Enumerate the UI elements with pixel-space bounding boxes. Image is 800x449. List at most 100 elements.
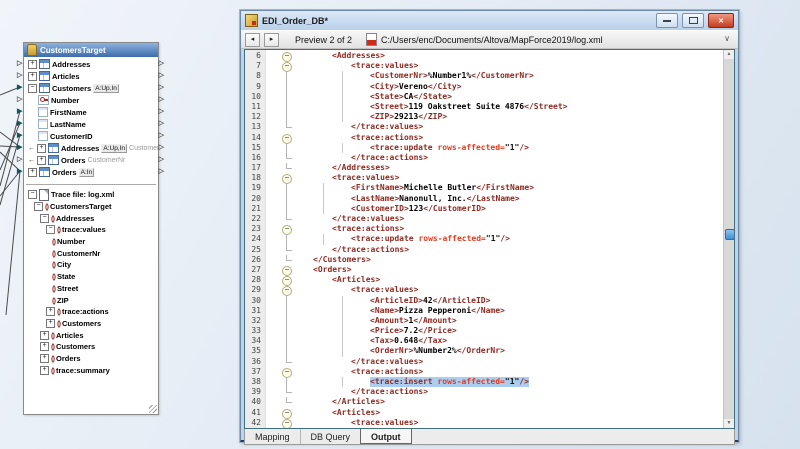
component-row-number[interactable]: ▷Number▷ — [24, 94, 158, 106]
expander-icon[interactable]: + — [28, 72, 37, 81]
code-line-29[interactable]: 29−<trace:values> — [245, 285, 724, 295]
component-header[interactable]: CustomersTarget — [24, 43, 158, 57]
code-line-13[interactable]: 13</trace:values> — [245, 122, 724, 132]
expander-icon[interactable]: + — [40, 331, 49, 340]
tree-item-trace-values[interactable]: −()trace:values▷ — [24, 224, 158, 236]
window-titlebar[interactable]: EDI_Order_DB* ✕ — [241, 11, 738, 30]
xml-output-editor[interactable]: 6−<Addresses>7−<trace:values>8<CustomerN… — [244, 49, 735, 429]
code-line-12[interactable]: 12<ZIP>29213</ZIP> — [245, 112, 724, 122]
output-preview-window[interactable]: EDI_Order_DB* ✕ ◂ ▸ Preview 2 of 2 C:/Us… — [240, 10, 739, 442]
code-line-30[interactable]: 30<ArticleID>42</ArticleID> — [245, 296, 724, 306]
code-line-17[interactable]: 17</Addresses> — [245, 163, 724, 173]
output-connector-icon[interactable]: ▷ — [159, 72, 164, 79]
input-connector-icon[interactable]: ▶ — [17, 108, 22, 115]
output-connector-icon[interactable]: ▷ — [159, 108, 164, 115]
code-line-23[interactable]: 23−<trace:actions> — [245, 224, 724, 234]
output-connector-icon[interactable]: ▷ — [159, 144, 164, 151]
fold-collapse-icon[interactable]: − — [282, 419, 292, 429]
code-line-8[interactable]: 8<CustomerNr>%Number1%</CustomerNr> — [245, 71, 724, 81]
tree-item-customernr[interactable]: ()CustomerNr▷ — [24, 247, 158, 259]
tree-item-street[interactable]: ()Street▷ — [24, 283, 158, 295]
code-line-14[interactable]: 14−<trace:actions> — [245, 133, 724, 143]
output-connector-icon[interactable]: ▷ — [159, 120, 164, 127]
code-line-26[interactable]: 26</Customers> — [245, 255, 724, 265]
code-line-40[interactable]: 40</Articles> — [245, 397, 724, 407]
code-line-34[interactable]: 34<Tax>0.648</Tax> — [245, 336, 724, 346]
code-line-39[interactable]: 39</trace:actions> — [245, 387, 724, 397]
expander-icon[interactable]: − — [46, 225, 55, 234]
output-connector-icon[interactable]: ▷ — [159, 132, 164, 139]
input-connector-icon[interactable]: ▶ — [17, 144, 22, 151]
minimize-button[interactable] — [656, 13, 678, 28]
expander-icon[interactable]: + — [46, 319, 55, 328]
code-line-42[interactable]: 42−<trace:values> — [245, 418, 724, 428]
scrollbar-thumb[interactable] — [725, 229, 735, 240]
chevron-down-icon[interactable]: ∨ — [724, 34, 730, 43]
input-connector-icon[interactable]: ▶ — [17, 120, 22, 127]
code-line-25[interactable]: 25</trace:actions> — [245, 245, 724, 255]
resize-grip[interactable] — [149, 405, 157, 413]
code-line-10[interactable]: 10<State>CA</State> — [245, 92, 724, 102]
code-line-37[interactable]: 37−<trace:actions> — [245, 367, 724, 377]
component-row-orders[interactable]: ▷←+OrdersCustomerNr▷ — [24, 154, 158, 166]
component-row-addresses[interactable]: ▶←+AddressesA:Up,InCustomerNr▷ — [24, 142, 158, 154]
output-connector-icon[interactable]: ▷ — [159, 96, 164, 103]
forward-button[interactable]: ▸ — [264, 33, 279, 47]
code-line-21[interactable]: 21<CustomerID>123</CustomerID> — [245, 204, 724, 214]
connector-icon[interactable]: ▷ — [17, 156, 22, 163]
customers-target-component[interactable]: CustomersTarget ▷+Addresses▷▷+Articles▷▶… — [23, 42, 159, 415]
tree-item-trace-actions[interactable]: +()trace:actions▷ — [24, 306, 158, 318]
code-line-36[interactable]: 36</trace:values> — [245, 357, 724, 367]
connector-icon[interactable]: ▷ — [17, 96, 22, 103]
code-line-6[interactable]: 6−<Addresses> — [245, 51, 724, 61]
code-line-20[interactable]: 20<LastName>Nanonull, Inc.</LastName> — [245, 194, 724, 204]
tree-item-city[interactable]: ()City▷ — [24, 259, 158, 271]
input-connector-icon[interactable]: ▶ — [17, 168, 22, 175]
connector-icon[interactable]: ▷ — [17, 72, 22, 79]
tree-item-zip[interactable]: ()ZIP▷ — [24, 294, 158, 306]
expander-icon[interactable]: + — [46, 307, 55, 316]
output-connector-icon[interactable]: ▷ — [159, 168, 164, 175]
connector-icon[interactable]: ▷ — [17, 60, 22, 67]
component-row-firstname[interactable]: ▶FirstName▷ — [24, 106, 158, 118]
code-line-18[interactable]: 18−<trace:values> — [245, 173, 724, 183]
code-line-9[interactable]: 9<City>Vereno</City> — [245, 82, 724, 92]
tree-item-trace-summary[interactable]: +()trace:summary▷ — [24, 364, 158, 376]
expander-icon[interactable]: − — [28, 190, 37, 199]
code-line-11[interactable]: 11<Street>119 Oakstreet Suite 4876</Stre… — [245, 102, 724, 112]
output-connector-icon[interactable]: ▷ — [159, 60, 164, 67]
expander-icon[interactable]: + — [28, 60, 37, 69]
tree-item-state[interactable]: ()State▷ — [24, 271, 158, 283]
file-path[interactable]: C:/Users/enc/Documents/Altova/MapForce20… — [381, 35, 734, 45]
expander-icon[interactable]: + — [28, 168, 37, 177]
expander-icon[interactable]: + — [40, 366, 49, 375]
code-line-22[interactable]: 22</trace:values> — [245, 214, 724, 224]
input-connector-icon[interactable]: ▶ — [17, 84, 22, 91]
tree-item-addresses[interactable]: −()Addresses▷ — [24, 212, 158, 224]
code-line-32[interactable]: 32<Amount>1</Amount> — [245, 316, 724, 326]
tree-item-number[interactable]: ()Number▷ — [24, 236, 158, 248]
scroll-down-icon[interactable]: ▼ — [724, 419, 734, 428]
code-line-16[interactable]: 16</trace:actions> — [245, 153, 724, 163]
code-line-28[interactable]: 28−<Articles> — [245, 275, 724, 285]
tab-output[interactable]: Output — [360, 428, 412, 444]
code-line-38[interactable]: 38<trace:insert rows-affected="1"/> — [245, 377, 724, 387]
component-row-lastname[interactable]: ▶LastName▷ — [24, 118, 158, 130]
expander-icon[interactable]: + — [37, 144, 46, 153]
expander-icon[interactable]: − — [34, 202, 43, 211]
action-badge[interactable]: A:Up,In — [101, 144, 127, 153]
expander-icon[interactable]: − — [40, 214, 49, 223]
expander-icon[interactable]: − — [28, 84, 37, 93]
output-connector-icon[interactable]: ▷ — [159, 84, 164, 91]
code-line-24[interactable]: 24<trace:update rows-affected="1"/> — [245, 234, 724, 244]
code-line-41[interactable]: 41−<Articles> — [245, 408, 724, 418]
code-line-7[interactable]: 7−<trace:values> — [245, 61, 724, 71]
tab-db-query[interactable]: DB Query — [301, 429, 362, 444]
tree-item-customers[interactable]: +()Customers▷ — [24, 341, 158, 353]
back-button[interactable]: ◂ — [245, 33, 260, 47]
component-row-orders[interactable]: ▶+OrdersA:In▷ — [24, 166, 158, 178]
vertical-scrollbar[interactable]: ▲ ▼ — [723, 50, 734, 428]
tree-item-trace-file-log-xml[interactable]: −Trace file: log.xml▷ — [24, 189, 158, 201]
scroll-up-icon[interactable]: ▲ — [724, 50, 734, 59]
code-line-15[interactable]: 15<trace:update rows-affected="1"/> — [245, 143, 724, 153]
